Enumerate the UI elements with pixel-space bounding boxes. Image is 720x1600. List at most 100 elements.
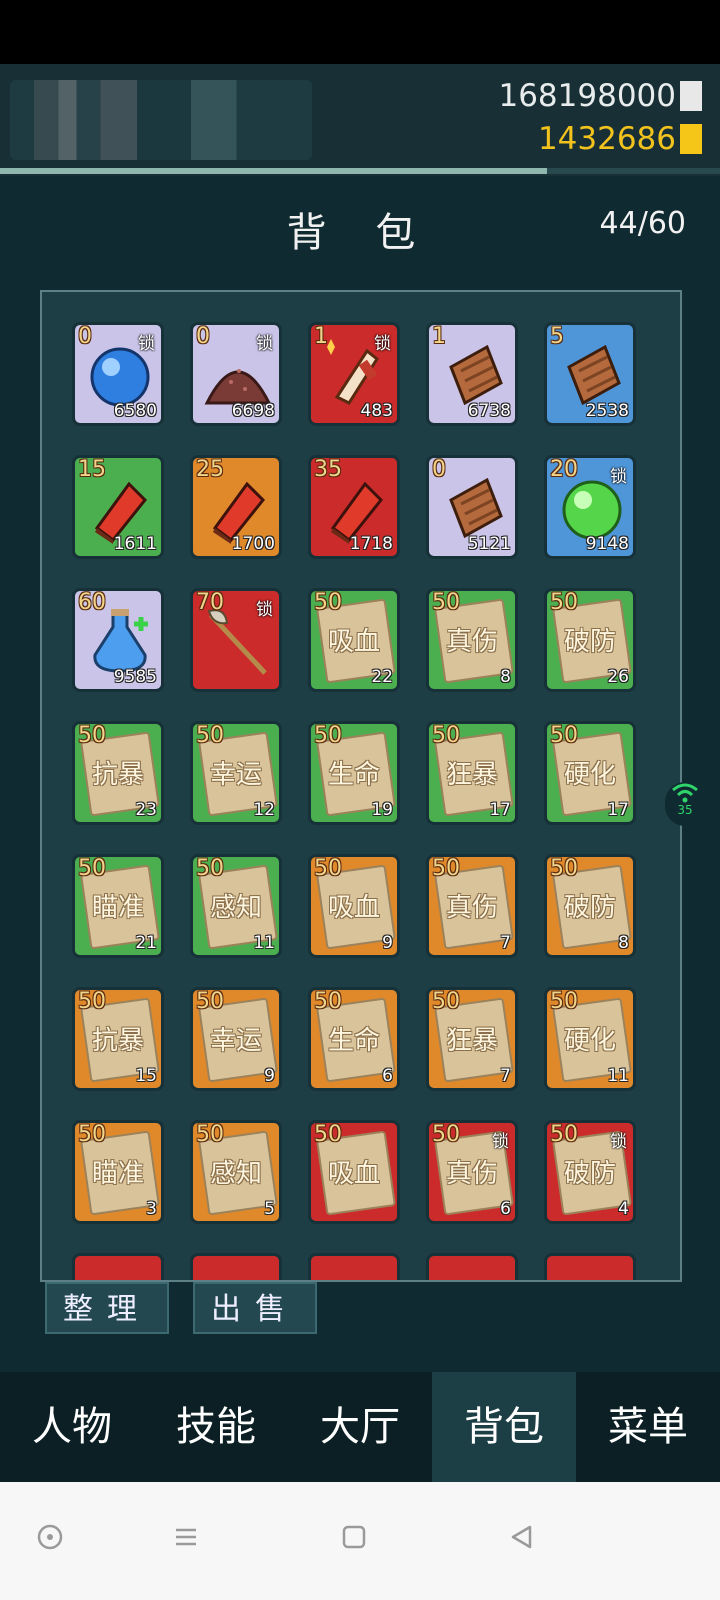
- inventory-slot[interactable]: 破防 50 锁 4: [544, 1120, 636, 1224]
- item-quantity: 11: [607, 1066, 629, 1086]
- item-level: 1: [314, 324, 328, 349]
- inventory-slot[interactable]: 瞄准 50 21: [72, 854, 164, 958]
- lock-label: 锁: [256, 334, 273, 354]
- item-quantity: 19: [371, 800, 393, 820]
- item-level: 50: [432, 590, 460, 615]
- menu-icon[interactable]: [168, 1522, 204, 1558]
- inventory-slot[interactable]: 抗暴 50 15: [72, 987, 164, 1091]
- item-level: 50: [314, 1122, 342, 1147]
- item-level: 50: [432, 1122, 460, 1147]
- back-icon[interactable]: [504, 1522, 540, 1558]
- lock-label: 锁: [138, 334, 155, 354]
- inventory-slot[interactable]: 吸血 50: [308, 1120, 400, 1224]
- item-level: 5: [550, 324, 564, 349]
- assistant-icon[interactable]: [32, 1522, 68, 1558]
- inventory-slot[interactable]: [544, 1253, 636, 1280]
- item-quantity: 22: [371, 667, 393, 687]
- skill-book-name: 抗暴: [91, 760, 144, 790]
- inventory-slot[interactable]: 瞄准 50 3: [72, 1120, 164, 1224]
- nav-tab[interactable]: 大厅: [288, 1372, 432, 1482]
- inventory-slot[interactable]: 20 锁 9148: [544, 455, 636, 559]
- skill-book-name: 生命: [327, 760, 380, 790]
- nav-tab[interactable]: 菜单: [576, 1372, 720, 1482]
- inventory-slot[interactable]: 幸运 50 9: [190, 987, 282, 1091]
- inventory-slot[interactable]: 幸运 50 12: [190, 721, 282, 825]
- inventory-slot[interactable]: [426, 1253, 518, 1280]
- home-icon[interactable]: [336, 1522, 372, 1558]
- item-quantity: 23: [135, 800, 157, 820]
- inventory-slot[interactable]: 5 2538: [544, 322, 636, 426]
- item-quantity: 6: [500, 1199, 511, 1219]
- inventory-slot[interactable]: 1 锁 483: [308, 322, 400, 426]
- inventory-slot[interactable]: 感知 50 5: [190, 1120, 282, 1224]
- inventory-slot[interactable]: 生命 50 6: [308, 987, 400, 1091]
- skill-book-name: 瞄准: [91, 1159, 144, 1189]
- sort-button[interactable]: 整理: [45, 1282, 169, 1334]
- inventory-capacity: 44/60: [599, 206, 686, 241]
- inventory-slot[interactable]: 25 1700: [190, 455, 282, 559]
- item-level: 50: [196, 723, 224, 748]
- lock-label: 锁: [610, 467, 627, 487]
- item-level: 50: [196, 989, 224, 1014]
- inventory-slot[interactable]: 1 6738: [426, 322, 518, 426]
- inventory-slot[interactable]: [308, 1253, 400, 1280]
- item-quantity: 6738: [467, 401, 511, 421]
- inventory-grid[interactable]: 0 锁 6580 0 锁 6698 1 锁 483 1 6738 5 2538 15 1611 25 1700 3…: [40, 290, 682, 1282]
- inventory-slot[interactable]: 生命 50 19: [308, 721, 400, 825]
- inventory-slot[interactable]: 破防 50 8: [544, 854, 636, 958]
- inventory-slot[interactable]: 15 1611: [72, 455, 164, 559]
- item-quantity: 2538: [585, 401, 629, 421]
- inventory-slot[interactable]: 真伤 50 7: [426, 854, 518, 958]
- nav-tab[interactable]: 技能: [144, 1372, 288, 1482]
- item-level: 50: [432, 856, 460, 881]
- armor-plate-icon: [449, 344, 503, 406]
- inventory-slot[interactable]: 0 锁 6580: [72, 322, 164, 426]
- inventory-slot[interactable]: 吸血 50 9: [308, 854, 400, 958]
- item-quantity: 21: [135, 933, 157, 953]
- skill-book-name: 幸运: [209, 1026, 262, 1056]
- skill-book-name: 真伤: [445, 1159, 498, 1189]
- item-quantity: 7: [500, 1066, 511, 1086]
- inventory-slot[interactable]: 狂暴 50 17: [426, 721, 518, 825]
- item-level: 50: [78, 723, 106, 748]
- inventory-slot[interactable]: 破防 50 26: [544, 588, 636, 692]
- inventory-slot[interactable]: 35 1718: [308, 455, 400, 559]
- inventory-slot[interactable]: 真伤 50 8: [426, 588, 518, 692]
- item-level: 50: [196, 856, 224, 881]
- inventory-slot[interactable]: 0 锁 6698: [190, 322, 282, 426]
- gold-icon: [680, 124, 702, 154]
- inventory-slot[interactable]: 硬化 50 17: [544, 721, 636, 825]
- gold-amount: 1432686: [537, 121, 676, 157]
- nav-tab[interactable]: 人物: [0, 1372, 144, 1482]
- inventory-slot[interactable]: 0 5121: [426, 455, 518, 559]
- item-quantity: 6580: [113, 401, 157, 421]
- sell-button[interactable]: 出售: [193, 1282, 317, 1334]
- inventory-slot[interactable]: 60 9585: [72, 588, 164, 692]
- inventory-slot[interactable]: [190, 1253, 282, 1280]
- silver-icon: [680, 81, 702, 111]
- lock-label: 锁: [610, 1132, 627, 1152]
- inventory-slot[interactable]: 抗暴 50 23: [72, 721, 164, 825]
- item-level: 0: [78, 324, 92, 349]
- inventory-slot[interactable]: [72, 1253, 164, 1280]
- inventory-slot[interactable]: 70 锁: [190, 588, 282, 692]
- wifi-icon: [672, 783, 698, 803]
- inventory-slot[interactable]: 感知 50 11: [190, 854, 282, 958]
- inventory-slot[interactable]: 硬化 50 11: [544, 987, 636, 1091]
- inventory-slot[interactable]: 狂暴 50 7: [426, 987, 518, 1091]
- wifi-indicator: 35: [665, 782, 705, 826]
- item-quantity: 15: [135, 1066, 157, 1086]
- inventory-slot[interactable]: 真伤 50 锁 6: [426, 1120, 518, 1224]
- item-level: 0: [196, 324, 210, 349]
- item-level: 50: [550, 590, 578, 615]
- player-name-blurred: [10, 80, 312, 160]
- item-level: 50: [78, 856, 106, 881]
- item-level: 50: [78, 1122, 106, 1147]
- item-level: 50: [550, 1122, 578, 1147]
- inventory-slot[interactable]: 吸血 50 22: [308, 588, 400, 692]
- skill-book-name: 破防: [563, 893, 616, 923]
- nav-tab[interactable]: 背包: [432, 1372, 576, 1482]
- item-quantity: 17: [607, 800, 629, 820]
- skill-book-name: 感知: [209, 1159, 262, 1189]
- item-level: 50: [432, 723, 460, 748]
